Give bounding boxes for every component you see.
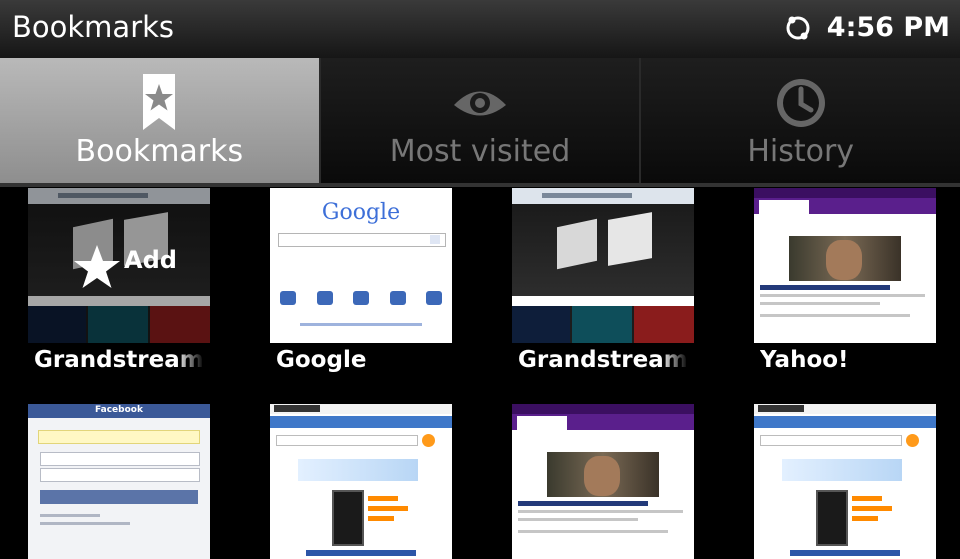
tab-label: Bookmarks [75, 134, 244, 169]
sync-icon [786, 16, 810, 39]
eye-icon [452, 72, 508, 134]
tab-label: History [747, 134, 855, 169]
bookmark-thumbnail[interactable]: Google [270, 188, 452, 343]
tab-bar: Bookmarks Most visited History [0, 58, 960, 183]
tab-label: Most visited [389, 134, 571, 169]
bookmark-thumbnail[interactable] [754, 188, 936, 343]
bookmark-title: Grandstream Networks [34, 347, 204, 373]
bookmark-thumbnail[interactable] [270, 404, 452, 559]
bookmark-title: Google [276, 347, 446, 373]
bookmark-thumbnail[interactable] [754, 404, 936, 559]
bookmark-thumbnail[interactable]: Facebook [28, 404, 210, 559]
bookmark-thumbnail[interactable] [512, 404, 694, 559]
tab-divider [0, 183, 960, 187]
tab-history[interactable]: History [639, 58, 960, 183]
facebook-logo: Facebook [95, 405, 143, 415]
status-indicators: 4:56 PM [783, 12, 950, 43]
title-bar: Bookmarks 4:56 PM [0, 0, 960, 58]
bookmark-star-icon [131, 72, 187, 134]
bookmark-title: Grandstream Networks [518, 347, 688, 373]
tab-most-visited[interactable]: Most visited [318, 58, 640, 183]
clock-icon [773, 72, 829, 134]
google-logo: Google [321, 200, 401, 225]
star-icon [74, 245, 120, 288]
add-bookmark-overlay[interactable]: Add [28, 188, 210, 343]
bookmark-thumbnail[interactable] [512, 188, 694, 343]
app-title: Bookmarks [12, 10, 175, 44]
tab-bookmarks[interactable]: Bookmarks [0, 58, 319, 183]
add-label: Add [124, 246, 177, 274]
bookmark-title: Yahoo! [760, 347, 930, 373]
bookmark-thumbnail[interactable]: Add [28, 188, 210, 343]
clock: 4:56 PM [826, 12, 950, 43]
